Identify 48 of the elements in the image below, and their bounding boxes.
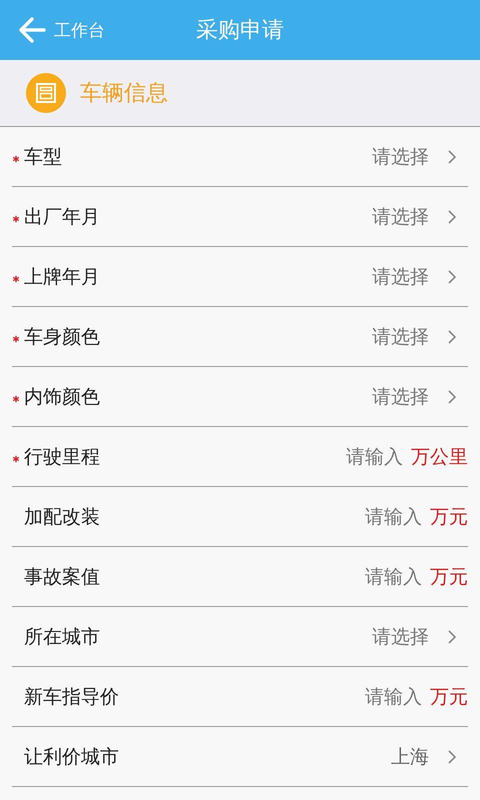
unit-label: 万元	[430, 564, 468, 590]
chevron-right-icon	[447, 268, 457, 284]
input-field[interactable]: 请输入	[341, 446, 403, 468]
unit-label: 万元	[430, 504, 468, 530]
field-label: 车型	[24, 144, 63, 170]
select-value: 上海	[391, 744, 429, 770]
select-placeholder: 请选择	[372, 144, 429, 170]
chevron-right-icon	[447, 628, 457, 644]
field-label: 所在城市	[24, 624, 101, 650]
select-placeholder: 请选择	[372, 624, 429, 650]
unit-label: 万元	[430, 684, 468, 710]
select-placeholder: 请选择	[372, 204, 429, 230]
input-field[interactable]: 请输入	[360, 566, 422, 588]
form-row[interactable]: 行驶里程 请输入 万公里	[12, 427, 468, 487]
input-field[interactable]: 请输入	[360, 686, 422, 708]
field-label: 让利价城市	[24, 744, 120, 770]
form-row[interactable]: 车型 请选择	[12, 127, 468, 187]
select-placeholder: 请选择	[372, 264, 429, 290]
document-icon	[26, 73, 66, 113]
field-label: 事故案值	[24, 564, 101, 590]
chevron-right-icon	[447, 328, 457, 344]
form-row[interactable]: 上牌年月 请选择	[12, 247, 468, 307]
form-row[interactable]: 车身颜色 请选择	[12, 307, 468, 367]
field-label: 新车指导价	[24, 684, 120, 710]
form-row[interactable]: 新车指导价 请输入 万元	[12, 667, 468, 727]
form-row[interactable]: 内饰颜色 请选择	[12, 367, 468, 427]
form-row[interactable]: 所在城市 请选择	[12, 607, 468, 667]
field-label: 上牌年月	[24, 264, 101, 290]
field-label: 加配改装	[24, 504, 101, 530]
input-field[interactable]: 请输入	[360, 506, 422, 528]
back-arrow-icon	[18, 16, 46, 44]
field-label: 车身颜色	[24, 324, 101, 350]
form-row[interactable]: 加配改装 请输入 万元	[12, 487, 468, 547]
chevron-right-icon	[447, 208, 457, 224]
page-title: 采购申请	[196, 17, 284, 45]
form-row[interactable]: 让利价城市 上海	[12, 727, 468, 787]
field-label: 内饰颜色	[24, 384, 101, 410]
chevron-right-icon	[447, 748, 457, 764]
select-placeholder: 请选择	[372, 324, 429, 350]
field-label: 行驶里程	[24, 444, 101, 470]
form-row[interactable]: 出厂年月 请选择	[12, 187, 468, 247]
form-row[interactable]: 事故案值 请输入 万元	[12, 547, 468, 607]
select-placeholder: 请选择	[372, 384, 429, 410]
section-title: 车辆信息	[80, 80, 168, 108]
field-label: 出厂年月	[24, 204, 101, 230]
chevron-right-icon	[447, 148, 457, 164]
chevron-right-icon	[447, 388, 457, 404]
unit-label: 万公里	[411, 444, 468, 470]
